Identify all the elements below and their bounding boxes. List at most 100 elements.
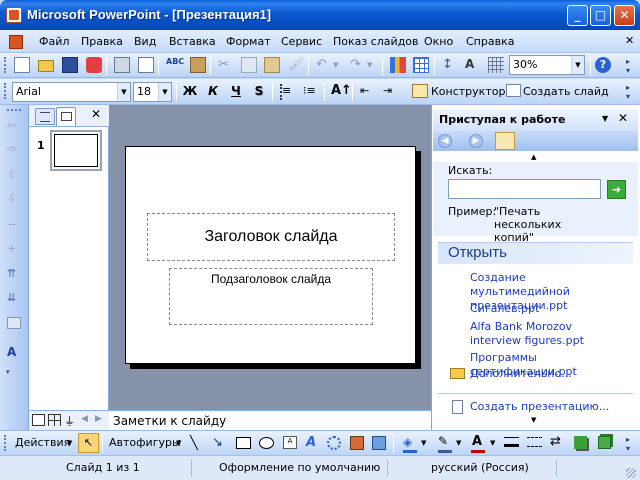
toolbar-grip[interactable]: [4, 83, 7, 99]
create-presentation-link[interactable]: Создать презентацию...: [470, 400, 609, 414]
new-slide-button[interactable]: Создать слайд: [523, 85, 609, 98]
grid-icon[interactable]: [488, 57, 504, 73]
demote-icon[interactable]: ⇨: [7, 142, 21, 155]
scroll-down-icon[interactable]: ▼: [531, 416, 536, 424]
recent-file-link[interactable]: Alfa Bank Morozov interview figures.ppt: [470, 320, 620, 348]
collapse-all-icon[interactable]: ⇈: [7, 267, 21, 280]
line-style-icon[interactable]: [504, 437, 519, 447]
toolbar-grip[interactable]: [4, 57, 7, 73]
font-color-dropdown-icon[interactable]: ▼: [490, 439, 495, 447]
resize-grip[interactable]: [626, 468, 636, 478]
print-icon[interactable]: [114, 57, 130, 73]
toolbar-options-icon[interactable]: ▸ ▾: [626, 57, 630, 75]
toolbar-options-icon[interactable]: ▾: [6, 368, 22, 376]
collapse-icon[interactable]: −: [7, 218, 21, 231]
research-icon[interactable]: [190, 57, 206, 73]
home-icon[interactable]: [495, 132, 515, 150]
maximize-button[interactable]: □: [590, 5, 611, 26]
oval-icon[interactable]: [259, 437, 274, 449]
minimize-button[interactable]: _: [567, 5, 588, 26]
search-go-button[interactable]: ➜: [607, 180, 626, 199]
undo-dropdown-icon[interactable]: ▼: [333, 61, 338, 69]
font-dropdown-icon[interactable]: ▼: [117, 83, 130, 101]
recent-file-link[interactable]: Сигалев.ppt: [470, 302, 620, 316]
slide-show-icon[interactable]: ⏚: [64, 413, 75, 429]
move-down-icon[interactable]: ⇩: [7, 192, 21, 205]
redo-dropdown-icon[interactable]: ▼: [367, 61, 372, 69]
zoom-combobox[interactable]: 30% ▼: [509, 55, 585, 75]
increase-font-icon[interactable]: A↑: [331, 83, 352, 99]
menu-format[interactable]: Формат: [226, 35, 271, 48]
autoshapes-menu[interactable]: Автофигуры: [109, 436, 181, 449]
toolbar-options-icon[interactable]: ▸ ▾: [626, 435, 630, 453]
font-size-dropdown-icon[interactable]: ▼: [158, 83, 171, 101]
menu-view[interactable]: Вид: [134, 35, 156, 48]
diagram-icon[interactable]: [327, 436, 341, 450]
line-color-icon[interactable]: ✎: [438, 434, 448, 448]
title-placeholder[interactable]: Заголовок слайда: [147, 213, 395, 261]
open-icon[interactable]: [38, 60, 54, 72]
show-formatting-icon[interactable]: A: [7, 345, 21, 359]
menu-window[interactable]: Окно: [424, 35, 453, 48]
tab-outline[interactable]: [35, 108, 55, 125]
more-files-link[interactable]: Дополнительно...: [470, 367, 572, 381]
underline-button[interactable]: Ч: [228, 84, 244, 98]
undo-icon[interactable]: ↶: [316, 57, 332, 73]
spelling-icon[interactable]: ABC: [166, 57, 184, 73]
increase-indent-icon[interactable]: ⇥: [383, 84, 399, 100]
document-icon[interactable]: [9, 35, 23, 49]
decrease-indent-icon[interactable]: ⇤: [360, 84, 376, 100]
insert-chart-icon[interactable]: [390, 57, 406, 73]
notes-pane[interactable]: Заметки к слайду: [109, 410, 431, 430]
move-up-icon[interactable]: ⇧: [7, 168, 21, 181]
scroll-up-icon[interactable]: ▲: [531, 153, 536, 161]
zoom-dropdown-icon[interactable]: ▼: [571, 56, 584, 74]
print-preview-icon[interactable]: [138, 57, 154, 73]
close-window-button[interactable]: ✕: [614, 5, 635, 26]
autoshapes-dropdown-icon[interactable]: ▼: [176, 439, 181, 447]
task-pane-menu-icon[interactable]: ▼: [602, 114, 608, 123]
bulleted-list-icon[interactable]: ⁝≡: [303, 84, 319, 100]
expand-all-icon[interactable]: ↕: [442, 57, 458, 73]
draw-actions-menu[interactable]: Действия: [15, 436, 70, 449]
arrow-style-icon[interactable]: ⇄: [550, 434, 561, 449]
line-icon[interactable]: ╲: [190, 436, 198, 451]
designer-icon[interactable]: [412, 84, 428, 98]
slide-sorter-icon[interactable]: [48, 414, 61, 426]
expand-all-icon[interactable]: ⇊: [7, 291, 21, 304]
fill-color-icon[interactable]: ◈: [403, 435, 412, 449]
font-size-combobox[interactable]: 18 ▼: [133, 82, 172, 102]
forward-icon[interactable]: ▶: [469, 134, 483, 148]
paste-icon[interactable]: [264, 57, 280, 73]
actions-dropdown-icon[interactable]: ▼: [67, 439, 72, 447]
back-icon[interactable]: ◀: [438, 134, 452, 148]
fill-dropdown-icon[interactable]: ▼: [421, 439, 426, 447]
new-icon[interactable]: [14, 57, 30, 73]
arrow-icon[interactable]: ↘: [212, 435, 223, 450]
new-slide-icon[interactable]: [506, 84, 521, 97]
font-combobox[interactable]: Arial ▼: [12, 82, 131, 102]
promote-icon[interactable]: ⇦: [7, 119, 21, 132]
expand-icon[interactable]: +: [7, 242, 21, 255]
shadow-style-icon[interactable]: [574, 436, 587, 449]
font-color-icon[interactable]: A: [472, 434, 482, 449]
textbox-icon[interactable]: A: [283, 436, 297, 449]
menu-edit[interactable]: Правка: [81, 35, 123, 48]
italic-button[interactable]: К: [205, 84, 221, 98]
help-icon[interactable]: ?: [595, 57, 611, 73]
menu-close-icon[interactable]: ✕: [625, 34, 634, 47]
wordart-icon[interactable]: A: [306, 435, 316, 450]
redo-icon[interactable]: ↷: [350, 57, 366, 73]
insert-table-icon[interactable]: [413, 57, 429, 73]
menu-tools[interactable]: Сервис: [281, 35, 322, 48]
scroll-right-icon[interactable]: ▶: [95, 414, 102, 424]
menu-insert[interactable]: Вставка: [169, 35, 216, 48]
slide-thumbnail[interactable]: [50, 130, 102, 171]
toolbar-options-icon[interactable]: ▸ ▾: [626, 83, 630, 101]
tab-slides[interactable]: [56, 107, 76, 126]
formatting-icon[interactable]: A: [465, 57, 481, 73]
designer-button[interactable]: Конструктор: [431, 85, 505, 98]
menu-help[interactable]: Справка: [466, 35, 514, 48]
menu-slideshow[interactable]: Показ слайдов: [333, 35, 419, 48]
format-painter-icon[interactable]: 🖌: [288, 57, 305, 73]
